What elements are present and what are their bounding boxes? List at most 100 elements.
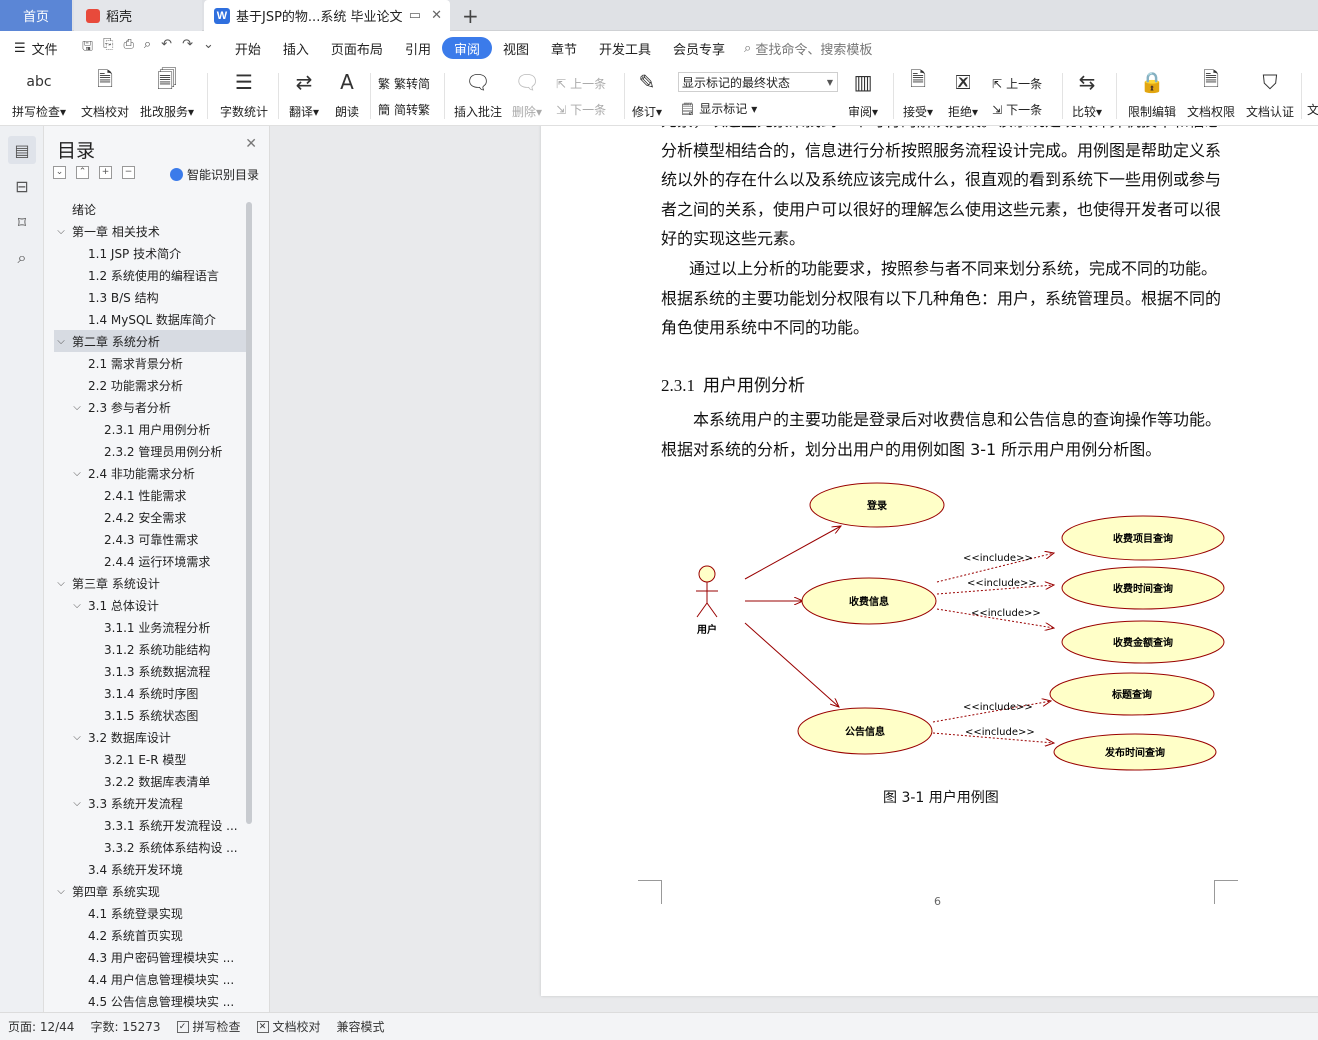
reject-button[interactable]: 🗷 拒绝▾ — [948, 68, 978, 120]
chevron-down-icon[interactable]: ⌵ — [54, 578, 68, 589]
menu-insert[interactable]: 插入 — [272, 37, 320, 59]
toc-item[interactable]: 3.1.4 系统时序图 — [54, 682, 246, 704]
ribbon-overflow-button[interactable]: 文 — [1307, 101, 1318, 118]
toc-item[interactable]: 3.2.2 数据库表清单 — [54, 770, 246, 792]
tab-daoke[interactable]: 稻壳 — [74, 0, 202, 31]
toc-item[interactable]: 1.3 B/S 结构 — [54, 286, 246, 308]
menu-page-layout[interactable]: 页面布局 — [320, 37, 394, 59]
menu-member[interactable]: 会员专享 — [662, 37, 736, 59]
prev-change-button[interactable]: ⇱ 上一条 — [992, 75, 1042, 92]
compare-button[interactable]: ⇆ 比较▾ — [1072, 68, 1102, 120]
redo-icon[interactable]: ↷ — [182, 37, 193, 59]
toc-item[interactable]: 3.1.1 业务流程分析 — [54, 616, 246, 638]
chapter-nav-icon[interactable]: ⊟ — [8, 172, 36, 200]
translate-button[interactable]: ⇄ 翻译▾ — [289, 68, 319, 120]
customize-chevron-icon[interactable]: ⌄ — [203, 37, 214, 59]
tab-document[interactable]: W 基于JSP的物...系统 毕业论文 ▭ ✕ — [204, 0, 450, 31]
tab-close-icon[interactable]: ✕ — [431, 8, 442, 23]
menu-start[interactable]: 开始 — [224, 37, 272, 59]
toc-item[interactable]: 2.4.3 可靠性需求 — [54, 528, 246, 550]
doc-proof-toggle[interactable]: ✕ 文档校对 — [249, 1018, 329, 1035]
expand-all-icon[interactable]: ⌄ — [53, 166, 66, 179]
toc-item[interactable]: 3.1.5 系统状态图 — [54, 704, 246, 726]
restrict-edit-button[interactable]: 🔒 限制编辑 — [1128, 68, 1176, 120]
toc-icon[interactable]: ▤ — [8, 136, 36, 164]
menu-review[interactable]: 审阅 — [441, 37, 492, 59]
search-icon[interactable]: ⌕ — [8, 244, 36, 272]
show-markup-button[interactable]: 🗒 显示标记 ▾ — [680, 100, 757, 117]
chevron-down-icon[interactable]: ⌵ — [70, 798, 84, 809]
command-search[interactable]: ⌕ 查找命令、搜索模板 — [744, 39, 872, 58]
toc-item[interactable]: 2.4.1 性能需求 — [54, 484, 246, 506]
collapse-all-icon[interactable]: ⌃ — [76, 166, 89, 179]
chevron-down-icon[interactable]: ⌵ — [70, 732, 84, 743]
word-count-button[interactable]: ☰ 字数统计 — [220, 68, 268, 120]
undo-icon[interactable]: ↶ — [161, 37, 172, 59]
menu-references[interactable]: 引用 — [394, 37, 442, 59]
toc-item[interactable]: 4.5 公告信息管理模块实 ... — [54, 990, 246, 1009]
menu-chapter[interactable]: 章节 — [540, 37, 588, 59]
toc-scrollbar[interactable] — [246, 202, 252, 824]
tab-home[interactable]: 首页 — [0, 0, 72, 31]
insert-comment-button[interactable]: 🗨 插入批注 — [454, 68, 502, 120]
read-aloud-button[interactable]: A 朗读 — [334, 68, 360, 120]
new-tab-icon[interactable]: + — [462, 4, 479, 28]
review-pane-button[interactable]: ▥ 审阅▾ — [848, 68, 878, 120]
toc-item[interactable]: 4.3 用户密码管理模块实 ... — [54, 946, 246, 968]
toc-item[interactable]: ⌵ 2.4 非功能需求分析 — [54, 462, 246, 484]
toc-item[interactable]: 3.4 系统开发环境 — [54, 858, 246, 880]
chevron-down-icon[interactable]: ⌵ — [70, 402, 84, 413]
toc-item[interactable]: 1.1 JSP 技术简介 — [54, 242, 246, 264]
toc-item[interactable]: 2.4.2 安全需求 — [54, 506, 246, 528]
markup-state-select[interactable]: 显示标记的最终状态 ▼ — [678, 72, 838, 92]
word-count-indicator[interactable]: 字数: 15273 — [82, 1018, 168, 1035]
file-menu[interactable]: ☰ 文件 — [0, 39, 72, 58]
smart-toc-button[interactable]: 智能识别目录 — [170, 166, 259, 183]
tab-window-icon[interactable]: ▭ — [409, 8, 421, 23]
chevron-down-icon[interactable]: ⌵ — [54, 226, 68, 237]
toc-item[interactable]: 4.1 系统登录实现 — [54, 902, 246, 924]
preview-icon[interactable]: ⌕ — [144, 37, 151, 59]
close-icon[interactable]: ✕ — [245, 136, 257, 152]
menu-developer[interactable]: 开发工具 — [588, 37, 662, 59]
track-changes-button[interactable]: ✎ 修订▾ — [632, 68, 662, 120]
prev-comment-button[interactable]: ⇱ 上一条 — [556, 75, 606, 92]
chevron-down-icon[interactable]: ⌵ — [54, 886, 68, 897]
chevron-down-icon[interactable]: ⌵ — [54, 336, 68, 347]
page-indicator[interactable]: 页面: 12/44 — [0, 1018, 82, 1035]
add-heading-icon[interactable]: + — [99, 166, 112, 179]
export-icon[interactable]: ⎘ — [103, 37, 113, 59]
delete-comment-button[interactable]: 🗨 删除▾ — [512, 68, 542, 120]
next-change-button[interactable]: ⇲ 下一条 — [992, 101, 1042, 118]
spell-check-toggle[interactable]: ✓ 拼写检查 — [169, 1018, 249, 1035]
batch-service-button[interactable]: 🗐 批改服务▾ — [140, 67, 194, 120]
toc-item[interactable]: ⌵ 3.2 数据库设计 — [54, 726, 246, 748]
bookmark-icon[interactable]: ⌑ — [8, 208, 36, 236]
toc-item[interactable]: 2.3.2 管理员用例分析 — [54, 440, 246, 462]
menu-view[interactable]: 视图 — [492, 37, 540, 59]
next-comment-button[interactable]: ⇲ 下一条 — [556, 101, 606, 118]
toc-item[interactable]: 2.1 需求背景分析 — [54, 352, 246, 374]
spell-check-button[interactable]: abc 拼写检查▾ — [12, 68, 66, 120]
doc-cert-button[interactable]: ⛉ 文档认证 — [1246, 68, 1294, 120]
print-icon[interactable]: ⎙ — [123, 37, 133, 59]
toc-item[interactable]: 1.4 MySQL 数据库简介 — [54, 308, 246, 330]
toc-item[interactable]: 2.2 功能需求分析 — [54, 374, 246, 396]
simp-to-trad-button[interactable]: 簡简转繁 — [378, 101, 430, 118]
toc-item[interactable]: 3.1.3 系统数据流程 — [54, 660, 246, 682]
toc-item[interactable]: 3.3.1 系统开发流程设 ... — [54, 814, 246, 836]
doc-proof-button[interactable]: 🗎 文档校对 — [81, 67, 129, 120]
toc-item[interactable]: ⌵ 2.3 参与者分析 — [54, 396, 246, 418]
toc-item[interactable]: ⌵ 第二章 系统分析 — [54, 330, 246, 352]
toc-item[interactable]: ⌵ 3.1 总体设计 — [54, 594, 246, 616]
toc-item[interactable]: 2.4.4 运行环境需求 — [54, 550, 246, 572]
toc-item[interactable]: 1.2 系统使用的编程语言 — [54, 264, 246, 286]
trad-to-simp-button[interactable]: 繁繁转简 — [378, 75, 430, 92]
toc-item[interactable]: ⌵ 第一章 相关技术 — [54, 220, 246, 242]
chevron-down-icon[interactable]: ⌵ — [70, 600, 84, 611]
chevron-down-icon[interactable]: ⌵ — [70, 468, 84, 479]
toc-item[interactable]: ⌵ 第四章 系统实现 — [54, 880, 246, 902]
toc-item[interactable]: 3.2.1 E-R 模型 — [54, 748, 246, 770]
toc-item[interactable]: 4.2 系统首页实现 — [54, 924, 246, 946]
doc-rights-button[interactable]: 🗎 文档权限 — [1187, 67, 1235, 120]
